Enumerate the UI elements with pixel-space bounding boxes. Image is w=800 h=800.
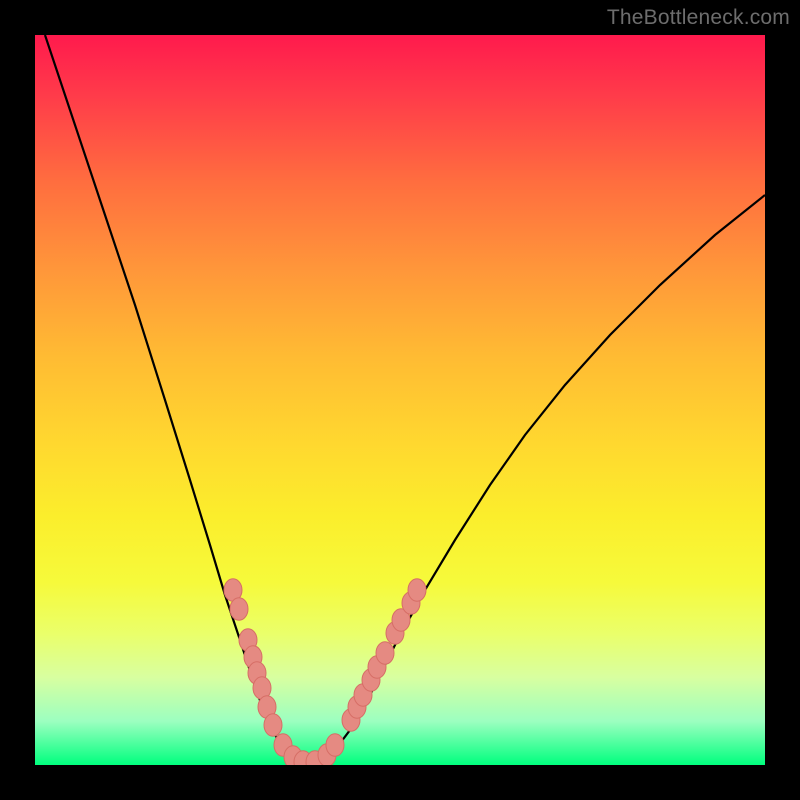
data-marker	[230, 598, 248, 621]
data-marker	[264, 714, 282, 737]
data-marker	[376, 642, 394, 665]
chart-frame: TheBottleneck.com	[0, 0, 800, 800]
data-markers	[224, 579, 426, 765]
chart-svg	[35, 35, 765, 765]
plot-area	[35, 35, 765, 765]
data-marker	[326, 734, 344, 757]
data-marker	[408, 579, 426, 602]
bottleneck-curve	[45, 35, 765, 764]
watermark-text: TheBottleneck.com	[607, 6, 790, 30]
